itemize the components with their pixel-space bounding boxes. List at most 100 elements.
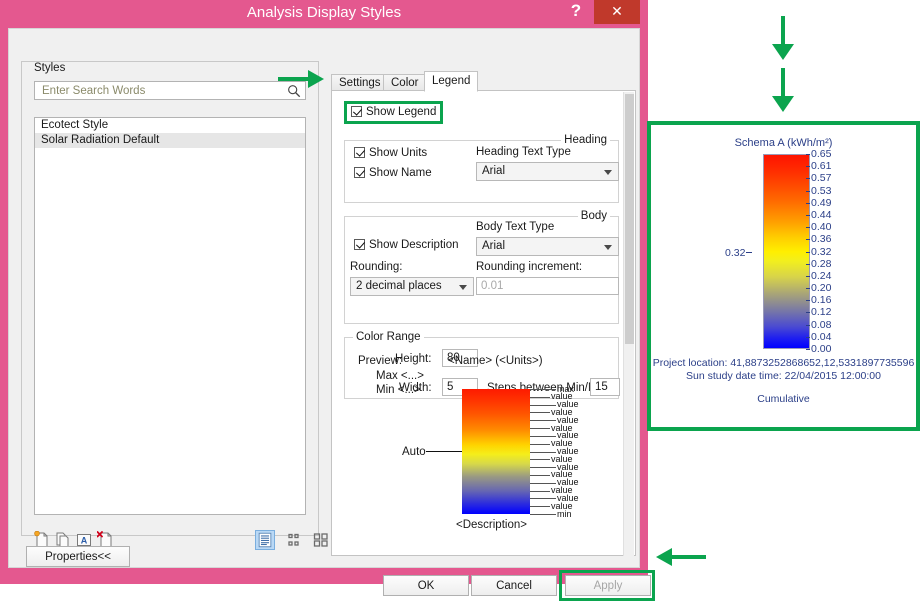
show-description-label: Show Description bbox=[369, 239, 459, 251]
tab-strip: Settings Color Legend bbox=[331, 71, 636, 92]
legend-left-marker: 0.32 bbox=[725, 246, 754, 259]
heading-group-title: Heading bbox=[561, 134, 610, 146]
rounding-increment-input[interactable]: 0.01 bbox=[476, 277, 619, 295]
close-button[interactable]: ✕ bbox=[594, 0, 640, 24]
legend-tick-label: 0.61 bbox=[805, 160, 832, 173]
properties-button[interactable]: Properties<< bbox=[26, 546, 130, 567]
legend-color-bar bbox=[763, 154, 810, 349]
rounding-select[interactable]: 2 decimal places bbox=[350, 277, 474, 296]
preview-heading-sample: <Name> (<Units>) bbox=[448, 355, 543, 367]
preview-tick-line bbox=[530, 474, 550, 476]
legend-tab-panel: Show Legend Heading Show Units Show Name… bbox=[331, 90, 636, 556]
body-text-type-label: Body Text Type bbox=[476, 221, 555, 233]
preview-max-label: Max <...> bbox=[376, 370, 424, 382]
preview-label: Preview: bbox=[358, 355, 403, 367]
preview-tick-line bbox=[530, 396, 550, 398]
title-bar: Analysis Display Styles ? ✕ bbox=[0, 0, 648, 28]
preview-auto-leader bbox=[426, 451, 462, 452]
legend-tick-label: 0.36 bbox=[805, 233, 832, 246]
legend-tick-label: 0.28 bbox=[805, 257, 832, 270]
legend-tick-label: 0.53 bbox=[805, 184, 832, 197]
list-view-icon[interactable] bbox=[255, 530, 275, 550]
green-right-arrow-to-show-legend bbox=[278, 70, 324, 88]
legend-tick-label: 0.65 bbox=[805, 148, 832, 160]
scrollbar-thumb[interactable] bbox=[625, 94, 634, 344]
legend-tick-label: 0.57 bbox=[805, 172, 832, 185]
legend-project-location: Project location: 41,8873252868652,12,53… bbox=[652, 357, 915, 369]
svg-text:A: A bbox=[81, 535, 88, 545]
ok-button[interactable]: OK bbox=[383, 575, 469, 596]
tab-legend[interactable]: Legend bbox=[424, 71, 479, 92]
show-legend-checkbox-row[interactable]: Show Legend bbox=[344, 101, 444, 124]
preview-tick-line bbox=[530, 490, 550, 492]
preview-tick-label: min bbox=[557, 508, 572, 519]
heading-text-type-value: Arial bbox=[482, 165, 506, 177]
preview-tick-line bbox=[530, 498, 556, 500]
heading-text-type-select[interactable]: Arial bbox=[476, 162, 619, 181]
color-range-group-title: Color Range bbox=[353, 331, 424, 343]
checkbox-icon[interactable] bbox=[354, 147, 365, 158]
checkbox-icon[interactable] bbox=[351, 106, 362, 117]
legend-tick-label: 0.00 bbox=[805, 343, 832, 355]
preview-tick-line bbox=[530, 459, 550, 461]
list-item[interactable]: Ecotect Style bbox=[35, 118, 305, 133]
styles-list[interactable]: Ecotect Style Solar Radiation Default bbox=[34, 117, 306, 515]
body-text-type-value: Arial bbox=[482, 240, 506, 252]
preview-tick-line bbox=[530, 451, 556, 453]
small-icons-view-icon[interactable] bbox=[284, 530, 304, 550]
legend-tick-label: 0.24 bbox=[805, 269, 832, 282]
rounding-label: Rounding: bbox=[350, 261, 403, 273]
tab-color[interactable]: Color bbox=[383, 74, 427, 91]
show-name-checkbox-row[interactable]: Show Name bbox=[354, 167, 432, 179]
cancel-button[interactable]: Cancel bbox=[471, 575, 557, 596]
preview-tick-line bbox=[530, 514, 556, 515]
legend-tick-label: 0.08 bbox=[805, 318, 832, 331]
legend-tick-label: 0.44 bbox=[805, 208, 832, 221]
show-description-checkbox-row[interactable]: Show Description bbox=[354, 239, 458, 251]
show-units-checkbox-row[interactable]: Show Units bbox=[354, 147, 427, 159]
window-title: Analysis Display Styles bbox=[246, 4, 402, 21]
legend-mode: Cumulative bbox=[757, 393, 810, 405]
legend-tick-label: 0.20 bbox=[805, 282, 832, 295]
preview-tick-line bbox=[530, 404, 556, 406]
heading-text-type-label: Heading Text Type bbox=[476, 146, 571, 158]
legend-tick-label: 0.40 bbox=[805, 221, 832, 234]
preview-tick-line bbox=[530, 467, 556, 469]
green-left-arrow-to-apply bbox=[656, 548, 706, 566]
list-item[interactable]: Solar Radiation Default bbox=[35, 133, 305, 148]
show-legend-label: Show Legend bbox=[366, 106, 437, 118]
rounding-increment-label: Rounding increment: bbox=[476, 261, 583, 273]
preview-min-label: Min <...> bbox=[376, 384, 421, 396]
preview-tick-line bbox=[530, 506, 550, 508]
legend-preview: Preview: Max <...> Min <...> <Name> (<Un… bbox=[344, 343, 634, 533]
legend-sun-study: Sun study date time: 22/04/2015 12:00:00 bbox=[686, 370, 881, 382]
green-down-arrow-bottom bbox=[772, 68, 794, 112]
body-group-title: Body bbox=[577, 210, 610, 222]
preview-tick-line bbox=[530, 412, 550, 414]
help-button[interactable]: ? bbox=[562, 0, 590, 24]
preview-tick-line bbox=[530, 435, 556, 437]
preview-description-sample: <Description> bbox=[456, 519, 527, 531]
preview-tick-line bbox=[530, 428, 550, 430]
analysis-legend-panel: Schema A (kWh/m²) 0.32 0.65 0.61 0.57 0.53 0… bbox=[647, 121, 920, 431]
dialog-body: Styles Ecotect Style Solar Radiation Def… bbox=[8, 28, 655, 601]
large-icons-view-icon[interactable] bbox=[311, 530, 331, 550]
show-units-label: Show Units bbox=[369, 147, 428, 159]
body-text-type-select[interactable]: Arial bbox=[476, 237, 619, 256]
checkbox-icon[interactable] bbox=[354, 167, 365, 178]
chevron-down-icon bbox=[604, 245, 612, 250]
preview-gradient-bar bbox=[462, 389, 530, 514]
checkbox-icon[interactable] bbox=[354, 239, 365, 250]
tab-settings[interactable]: Settings bbox=[331, 74, 389, 91]
style-search-box[interactable] bbox=[34, 81, 306, 100]
chevron-down-icon bbox=[604, 170, 612, 175]
preview-tick-line bbox=[530, 443, 550, 445]
chevron-down-icon bbox=[459, 285, 467, 290]
preview-tick-line bbox=[530, 482, 556, 484]
preview-tick-line bbox=[530, 420, 556, 422]
show-name-label: Show Name bbox=[369, 167, 432, 179]
legend-tick-label: 0.16 bbox=[805, 294, 832, 307]
search-input[interactable] bbox=[40, 84, 280, 98]
legend-chart-title: Schema A (kWh/m²) bbox=[734, 137, 833, 149]
rounding-value: 2 decimal places bbox=[356, 280, 442, 292]
